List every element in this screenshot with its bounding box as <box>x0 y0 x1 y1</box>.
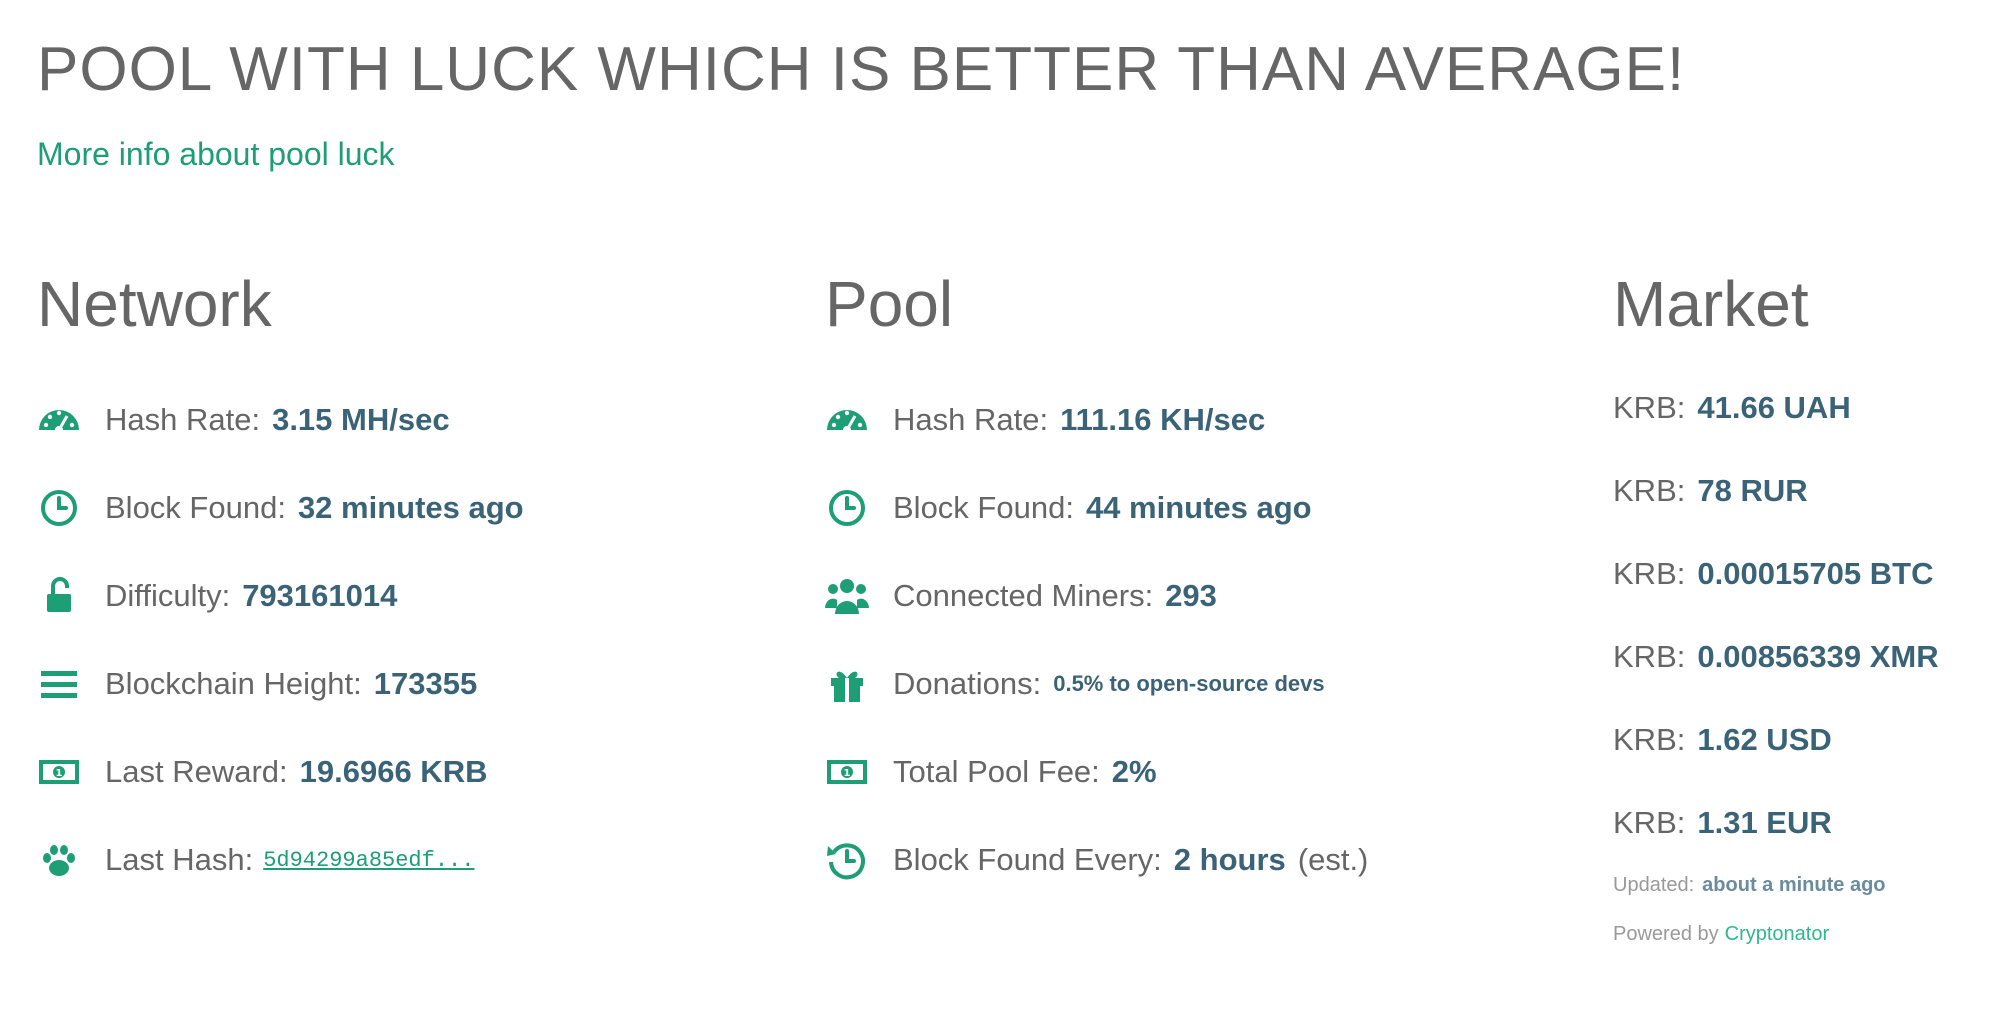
money-icon: 1 <box>825 748 883 796</box>
market-rate-btc: KRB: 0.00015705 BTC <box>1613 552 1933 596</box>
unlock-icon <box>37 572 95 620</box>
market-rate-label: KRB: <box>1613 805 1686 840</box>
pool-hash-rate-label: Hash Rate: <box>893 402 1049 437</box>
market-heading: Market <box>1613 268 1809 340</box>
network-difficulty: Difficulty: 793161014 <box>37 572 397 620</box>
market-updated-value: about a minute ago <box>1702 874 1886 896</box>
market-rate-eur: KRB: 1.31 EUR <box>1613 801 1832 845</box>
pool-block-found-label: Block Found: <box>893 490 1074 525</box>
network-hash-rate-label: Hash Rate: <box>105 402 261 437</box>
pool-luck-info-link[interactable]: More info about pool luck <box>37 134 395 174</box>
pool-block-every-suffix: (est.) <box>1297 842 1369 877</box>
market-rate-value: 41.66 UAH <box>1697 390 1851 425</box>
network-last-reward-label: Last Reward: <box>105 754 288 789</box>
network-block-found-value: 32 minutes ago <box>297 490 524 525</box>
market-rate-usd: KRB: 1.62 USD <box>1613 718 1832 762</box>
pool-total-fee: 1 Total Pool Fee: 2% <box>825 748 1157 796</box>
market-rate-value: 78 RUR <box>1697 473 1808 508</box>
pool-block-every-label: Block Found Every: <box>893 842 1162 877</box>
network-section: Network Hash Rate: 3.15 MH/sec Block Fou… <box>37 262 524 877</box>
market-powered-label: Powered by <box>1613 923 1719 945</box>
pool-block-every: Block Found Every: 2 hours (est.) <box>825 836 1368 884</box>
market-rate-label: KRB: <box>1613 722 1686 757</box>
market-powered-by: Powered by Cryptonator <box>1613 923 1829 946</box>
market-rate-xmr: KRB: 0.00856339 XMR <box>1613 635 1939 679</box>
market-rate-value: 1.31 EUR <box>1697 805 1832 840</box>
market-section: Market KRB: 41.66 UAH KRB: 78 RUR KRB: 0… <box>1613 262 1939 945</box>
svg-text:1: 1 <box>844 768 851 779</box>
network-hash-rate: Hash Rate: 3.15 MH/sec <box>37 396 450 444</box>
cryptonator-link[interactable]: Cryptonator <box>1725 923 1830 945</box>
market-rate-label: KRB: <box>1613 556 1686 591</box>
market-rate-rur: KRB: 78 RUR <box>1613 469 1808 513</box>
pool-connected-miners-value: 293 <box>1165 578 1217 613</box>
page-title: POOL WITH LUCK WHICH IS BETTER THAN AVER… <box>37 35 1686 104</box>
network-difficulty-value: 793161014 <box>242 578 398 613</box>
pool-block-found-value: 44 minutes ago <box>1085 490 1312 525</box>
users-icon <box>825 572 883 620</box>
history-icon <box>825 836 883 884</box>
network-height-value: 173355 <box>373 666 478 701</box>
pool-donations-label: Donations: <box>893 666 1042 701</box>
pool-total-fee-label: Total Pool Fee: <box>893 754 1100 789</box>
network-block-found: Block Found: 32 minutes ago <box>37 484 524 532</box>
network-heading: Network <box>37 268 272 340</box>
market-rate-label: KRB: <box>1613 390 1686 425</box>
market-updated: Updated: about a minute ago <box>1613 874 1886 897</box>
network-block-found-label: Block Found: <box>105 490 286 525</box>
pool-donations-value: 0.5% to open-source devs <box>1053 671 1325 696</box>
pool-heading: Pool <box>825 268 954 340</box>
market-rate-value: 1.62 USD <box>1697 722 1832 757</box>
pool-connected-miners: Connected Miners: 293 <box>825 572 1217 620</box>
paw-icon <box>37 836 95 884</box>
market-rate-value: 0.00015705 BTC <box>1697 556 1934 591</box>
clock-icon <box>825 484 883 532</box>
network-last-hash-label: Last Hash: <box>105 842 254 877</box>
pool-hash-rate-value: 111.16 KH/sec <box>1060 402 1266 437</box>
network-height-label: Blockchain Height: <box>105 666 362 701</box>
dashboard-icon <box>37 396 95 444</box>
pool-hash-rate: Hash Rate: 111.16 KH/sec <box>825 396 1265 444</box>
network-last-hash: Last Hash: 5d94299a85edf... <box>37 836 474 884</box>
network-height: Blockchain Height: 173355 <box>37 660 477 708</box>
market-rate-label: KRB: <box>1613 639 1686 674</box>
network-last-reward: 1 Last Reward: 19.6966 KRB <box>37 748 487 796</box>
network-last-reward-value: 19.6966 KRB <box>299 754 488 789</box>
bars-icon <box>37 660 95 708</box>
market-rate-uah: KRB: 41.66 UAH <box>1613 386 1851 430</box>
dashboard-icon <box>825 396 883 444</box>
pool-block-found: Block Found: 44 minutes ago <box>825 484 1312 532</box>
network-last-hash-link[interactable]: 5d94299a85edf... <box>263 848 474 873</box>
network-hash-rate-value: 3.15 MH/sec <box>272 402 450 437</box>
market-rate-value: 0.00856339 XMR <box>1697 639 1939 674</box>
pool-donations: Donations: 0.5% to open-source devs <box>825 660 1325 708</box>
market-updated-label: Updated: <box>1613 874 1695 896</box>
network-difficulty-label: Difficulty: <box>105 578 231 613</box>
market-rate-label: KRB: <box>1613 473 1686 508</box>
pool-section: Pool Hash Rate: 111.16 KH/sec Block Foun… <box>825 262 1368 880</box>
pool-total-fee-value: 2% <box>1111 754 1157 789</box>
clock-icon <box>37 484 95 532</box>
pool-block-every-value: 2 hours <box>1173 842 1286 877</box>
svg-text:1: 1 <box>56 768 63 779</box>
pool-connected-miners-label: Connected Miners: <box>893 578 1154 613</box>
gift-icon <box>825 660 883 708</box>
money-icon: 1 <box>37 748 95 796</box>
